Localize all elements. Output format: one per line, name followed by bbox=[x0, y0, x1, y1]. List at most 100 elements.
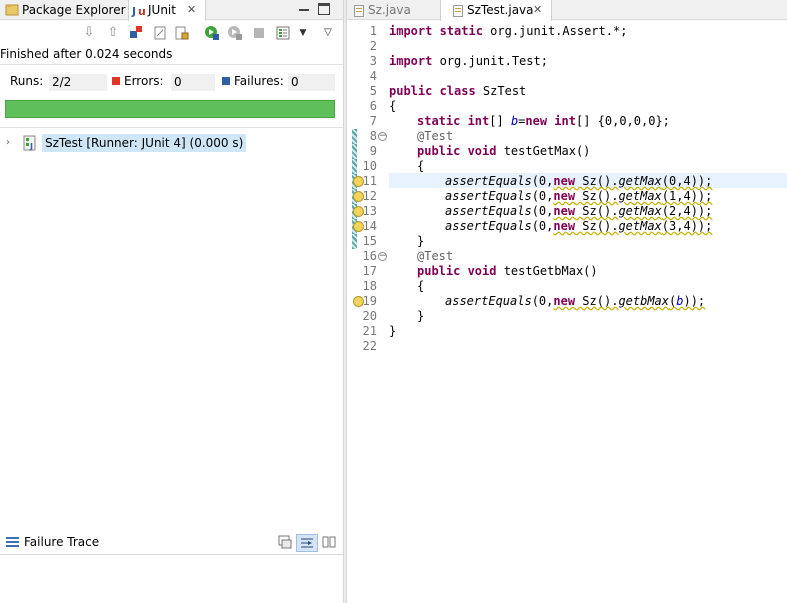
tab-junit[interactable]: J u JUnit ✕ bbox=[128, 0, 206, 21]
line-number: 4 bbox=[369, 69, 377, 83]
warning-lightbulb-icon[interactable] bbox=[353, 206, 364, 217]
code-line-5: public class SzTest bbox=[389, 84, 527, 98]
line-number: 20 bbox=[362, 309, 377, 323]
line-number: 17 bbox=[362, 264, 377, 278]
fold-toggle-icon[interactable]: − bbox=[378, 252, 387, 261]
errors-value: 0 bbox=[171, 74, 215, 91]
expand-arrow-icon[interactable]: › bbox=[6, 134, 10, 152]
failures-label: Failures: bbox=[234, 74, 284, 88]
warning-lightbulb-icon[interactable] bbox=[353, 296, 364, 307]
tab-package-explorer[interactable]: Package Explorer bbox=[2, 0, 126, 20]
run-status-text: Finished after 0.024 seconds bbox=[0, 47, 173, 61]
compare-result-icon[interactable] bbox=[320, 534, 338, 552]
test-run-history-icon[interactable] bbox=[275, 25, 291, 41]
tab-package-explorer-label: Package Explorer bbox=[22, 3, 126, 17]
history-dropdown-icon[interactable]: ▼ bbox=[295, 25, 311, 41]
line-number: 18 bbox=[362, 279, 377, 293]
failure-trace-label: Failure Trace bbox=[24, 535, 100, 549]
line-number: 5 bbox=[369, 84, 377, 98]
test-counters: Runs: 2/2 Errors: 0 Failures: 0 bbox=[0, 64, 343, 94]
close-icon[interactable]: ✕ bbox=[187, 0, 196, 20]
next-failure-icon[interactable]: ⇩ bbox=[81, 25, 97, 41]
junit-icon: J u bbox=[131, 5, 146, 18]
scroll-lock-icon[interactable] bbox=[174, 25, 190, 41]
view-tab-bar: Package Explorer J u JUnit ✕ bbox=[0, 0, 343, 21]
code-line-20: } bbox=[417, 309, 425, 323]
runs-value: 2/2 bbox=[49, 74, 107, 91]
code-line-7: static int[] b=new int[] {0,0,0,0}; bbox=[417, 114, 670, 128]
warning-lightbulb-icon[interactable] bbox=[353, 221, 364, 232]
line-number: 6 bbox=[369, 99, 377, 113]
code-line-9: public void testGetMax() bbox=[417, 144, 591, 158]
code-line-1: import static org.junit.Assert.*; bbox=[389, 24, 628, 38]
code-area[interactable]: import static org.junit.Assert.*; import… bbox=[389, 21, 787, 603]
svg-text:J: J bbox=[131, 5, 136, 18]
svg-text:u: u bbox=[138, 5, 146, 18]
code-line-10: { bbox=[417, 159, 425, 173]
line-number: 22 bbox=[362, 339, 377, 353]
errors-label: Errors: bbox=[124, 74, 164, 88]
coverage-marker bbox=[352, 129, 357, 144]
show-failures-only-icon[interactable] bbox=[128, 25, 144, 41]
warning-lightbulb-icon[interactable] bbox=[353, 191, 364, 202]
tab-sztest-java-label: SzTest.java bbox=[467, 3, 534, 17]
test-progress-bar bbox=[5, 100, 335, 118]
warning-lightbulb-icon[interactable] bbox=[353, 176, 364, 187]
stack-trace-icon bbox=[6, 537, 19, 548]
junit-view-panel: Package Explorer J u JUnit ✕ ⇩ ⇧ ▼ ▽ Fin… bbox=[0, 0, 343, 603]
line-number: 7 bbox=[369, 114, 377, 128]
coverage-marker bbox=[352, 234, 357, 249]
filter-stack-trace-icon[interactable] bbox=[296, 534, 318, 552]
runs-label: Runs: bbox=[10, 74, 44, 88]
java-file-icon bbox=[354, 4, 364, 17]
copy-trace-icon[interactable] bbox=[276, 534, 294, 552]
java-editor: Sz.java SzTest.java ✕ 1 2 3 4 5 6 7 8 9 … bbox=[347, 0, 787, 603]
line-number: 2 bbox=[369, 39, 377, 53]
coverage-marker bbox=[352, 144, 357, 159]
code-line-17: public void testGetbMax() bbox=[417, 264, 598, 278]
error-icon bbox=[112, 77, 120, 85]
test-tree: › J SzTest [Runner: JUnit 4] (0.000 s) bbox=[0, 127, 343, 527]
rerun-failed-first-icon[interactable] bbox=[227, 25, 243, 41]
code-line-12: assertEquals(0,new Sz().getMax(1,4)); bbox=[445, 189, 713, 203]
failures-value: 0 bbox=[288, 74, 335, 91]
rerun-test-icon[interactable] bbox=[204, 25, 220, 41]
java-file-icon bbox=[453, 4, 463, 17]
failure-icon bbox=[222, 77, 230, 85]
code-line-3: import org.junit.Test; bbox=[389, 54, 548, 68]
stop-icon[interactable] bbox=[251, 25, 267, 41]
svg-text:J: J bbox=[29, 142, 33, 151]
editor-gutter: 1 2 3 4 5 6 7 8 9 10 11 12 13 14 15 16 1… bbox=[347, 21, 387, 603]
tab-sztest-java[interactable]: SzTest.java ✕ bbox=[440, 0, 552, 21]
test-suite-ok-icon: J bbox=[23, 135, 36, 151]
code-line-6: { bbox=[389, 99, 397, 113]
code-line-14: assertEquals(0,new Sz().getMax(3,4)); bbox=[445, 219, 713, 233]
line-number: 21 bbox=[362, 324, 377, 338]
close-icon[interactable]: ✕ bbox=[533, 0, 542, 20]
tab-sz-java-label: Sz.java bbox=[368, 3, 411, 17]
code-line-11: assertEquals(0,new Sz().getMax(0,4)); bbox=[445, 174, 713, 188]
tree-item-label[interactable]: SzTest [Runner: JUnit 4] (0.000 s) bbox=[42, 134, 247, 152]
skipped-tests-icon[interactable] bbox=[152, 25, 168, 41]
line-number: 3 bbox=[369, 54, 377, 68]
tab-junit-label: JUnit bbox=[148, 3, 176, 17]
minimize-icon[interactable] bbox=[298, 3, 310, 15]
editor-tab-bar: Sz.java SzTest.java ✕ bbox=[347, 0, 787, 21]
code-line-21: } bbox=[389, 324, 397, 338]
fold-toggle-icon[interactable]: − bbox=[378, 132, 387, 141]
code-line-18: { bbox=[417, 279, 425, 293]
failure-trace-header: Failure Trace bbox=[0, 529, 343, 555]
code-line-8: @Test bbox=[417, 129, 454, 143]
maximize-icon[interactable] bbox=[318, 3, 330, 15]
code-line-15: } bbox=[417, 234, 425, 248]
previous-failure-icon[interactable]: ⇧ bbox=[105, 25, 121, 41]
line-number: 1 bbox=[369, 24, 377, 38]
junit-toolbar: ⇩ ⇧ ▼ ▽ bbox=[0, 21, 343, 45]
line-number: 16 bbox=[362, 249, 377, 263]
package-explorer-icon bbox=[5, 4, 19, 15]
coverage-marker bbox=[352, 159, 357, 174]
code-line-13: assertEquals(0,new Sz().getMax(2,4)); bbox=[445, 204, 713, 218]
view-menu-icon[interactable]: ▽ bbox=[320, 25, 336, 41]
code-line-16: @Test bbox=[417, 249, 454, 263]
tab-sz-java[interactable]: Sz.java bbox=[354, 0, 428, 20]
